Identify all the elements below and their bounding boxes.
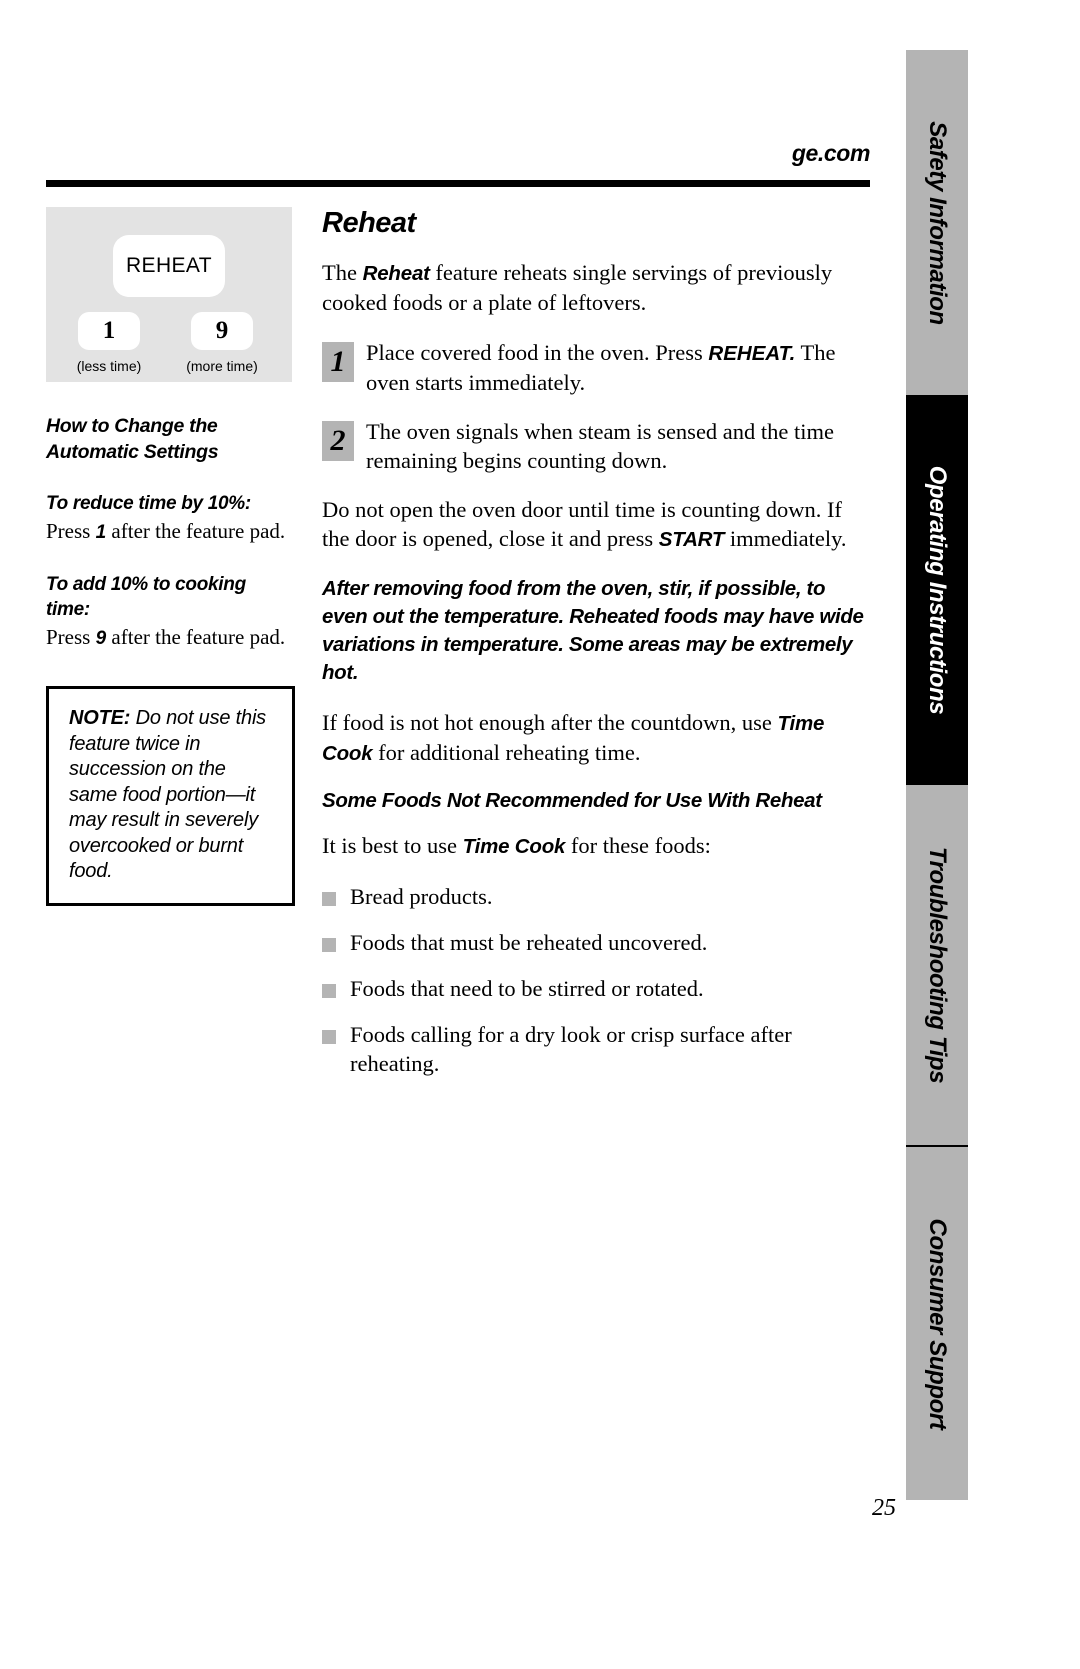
sidebar-tab-safety-information[interactable]: Safety Information	[906, 50, 968, 395]
door-post: immediately.	[724, 526, 847, 551]
step-item: 1 Place covered food in the oven. Press …	[322, 338, 870, 397]
intro-pre: The	[322, 260, 363, 285]
best-to-use-paragraph: It is best to use Time Cook for these fo…	[322, 831, 870, 861]
door-paragraph: Do not open the oven door until time is …	[322, 495, 870, 554]
list-item: Foods calling for a dry look or crisp su…	[322, 1020, 870, 1078]
reduce-time-post: after the feature pad.	[106, 519, 286, 543]
how-to-change-heading-line1: How to Change the	[46, 415, 218, 437]
add-time-pre: Press	[46, 625, 96, 649]
intro-paragraph: The Reheat feature reheats single servin…	[322, 258, 870, 317]
reheat-key-label: REHEAT	[125, 254, 213, 277]
more-time-key[interactable]: 9	[191, 312, 253, 350]
header-rule	[46, 180, 870, 187]
list-item-text: Bread products.	[350, 884, 493, 909]
best-pre: It is best to use	[322, 833, 463, 858]
best-post: for these foods:	[565, 833, 711, 858]
reduce-time-body: Press 1 after the feature pad.	[46, 518, 292, 546]
reduce-time-label: To reduce time by 10%:	[46, 493, 251, 514]
main-column: Reheat The Reheat feature reheats single…	[322, 207, 870, 1095]
step-text: Place covered food in the oven. Press RE…	[366, 338, 870, 397]
sidebar-tab-operating-instructions[interactable]: Operating Instructions	[906, 395, 968, 785]
not-hot-pre: If food is not hot enough after the coun…	[322, 710, 778, 735]
note-box: NOTE: Do not use this feature twice in s…	[46, 686, 295, 906]
not-hot-paragraph: If food is not hot enough after the coun…	[322, 708, 870, 768]
note-body: Do not use this feature twice in success…	[69, 707, 266, 882]
step-number: 1	[322, 342, 354, 382]
page-header: ge.com	[46, 140, 870, 196]
more-time-key-label: 9	[215, 317, 229, 344]
sidebar-tab-label: Consumer Support	[924, 1218, 951, 1429]
step-text: The oven signals when steam is sensed an…	[366, 417, 870, 475]
door-bold: START	[658, 528, 725, 551]
less-time-key[interactable]: 1	[78, 312, 140, 350]
section-tab-rail: Safety Information Operating Instruction…	[906, 50, 968, 1500]
intro-bold: Reheat	[362, 262, 430, 285]
list-item: Foods that need to be stirred or rotated…	[322, 974, 870, 1003]
list-item-text: Foods calling for a dry look or crisp su…	[350, 1022, 792, 1076]
page-title: Reheat	[322, 207, 416, 239]
square-bullet-icon	[322, 938, 336, 952]
add-time-label: To add 10% to cooking time:	[46, 574, 246, 620]
manual-page: ge.com REHEAT 1 9 (less time) (more time…	[0, 0, 1080, 1669]
less-time-key-label: 1	[102, 317, 116, 344]
warning-paragraph: After removing food from the oven, stir,…	[322, 577, 864, 684]
step-item: 2 The oven signals when steam is sensed …	[322, 417, 870, 475]
square-bullet-icon	[322, 1030, 336, 1044]
sidebar-tab-label: Safety Information	[924, 120, 951, 325]
not-hot-post: for additional reheating time.	[372, 740, 641, 765]
add-time-post: after the feature pad.	[106, 625, 286, 649]
less-time-caption: (less time)	[76, 358, 142, 374]
left-column: REHEAT 1 9 (less time) (more time) How t…	[46, 207, 295, 906]
list-item-text: Foods that need to be stirred or rotated…	[350, 976, 704, 1001]
square-bullet-icon	[322, 892, 336, 906]
step-text-pre: Place covered food in the oven. Press	[366, 340, 709, 365]
note-text: NOTE: Do not use this feature twice in s…	[69, 706, 276, 885]
more-time-caption: (more time)	[186, 358, 258, 374]
not-recommended-heading: Some Foods Not Recommended for Use With …	[322, 789, 822, 812]
step-text-bold: REHEAT.	[708, 342, 796, 365]
step-number: 2	[322, 421, 354, 461]
reduce-time-pre: Press	[46, 519, 96, 543]
list-item-text: Foods that must be reheated uncovered.	[350, 930, 708, 955]
square-bullet-icon	[322, 984, 336, 998]
best-bold: Time Cook	[462, 835, 566, 858]
how-to-change-heading: How to Change the Automatic Settings	[46, 413, 292, 465]
list-item: Bread products.	[322, 882, 870, 911]
note-title: NOTE:	[69, 707, 131, 729]
header-website: ge.com	[791, 140, 871, 166]
control-pad-illustration: REHEAT 1 9 (less time) (more time)	[46, 207, 292, 382]
reheat-key[interactable]: REHEAT	[113, 235, 225, 297]
add-time-body: Press 9 after the feature pad.	[46, 624, 292, 652]
add-time-key: 9	[95, 628, 107, 649]
page-number: 25	[872, 1495, 896, 1521]
reduce-time-key: 1	[95, 522, 107, 543]
not-recommended-list: Bread products. Foods that must be rehea…	[322, 882, 870, 1078]
sidebar-tab-label: Operating Instructions	[924, 465, 951, 715]
sidebar-tab-label: Troubleshooting Tips	[924, 846, 951, 1084]
sidebar-tab-consumer-support[interactable]: Consumer Support	[906, 1147, 968, 1500]
step-text-pre: The oven signals when steam is sensed an…	[366, 419, 835, 473]
sidebar-tab-troubleshooting-tips[interactable]: Troubleshooting Tips	[906, 785, 968, 1145]
how-to-change-heading-line2: Automatic Settings	[46, 441, 219, 463]
list-item: Foods that must be reheated uncovered.	[322, 928, 870, 957]
